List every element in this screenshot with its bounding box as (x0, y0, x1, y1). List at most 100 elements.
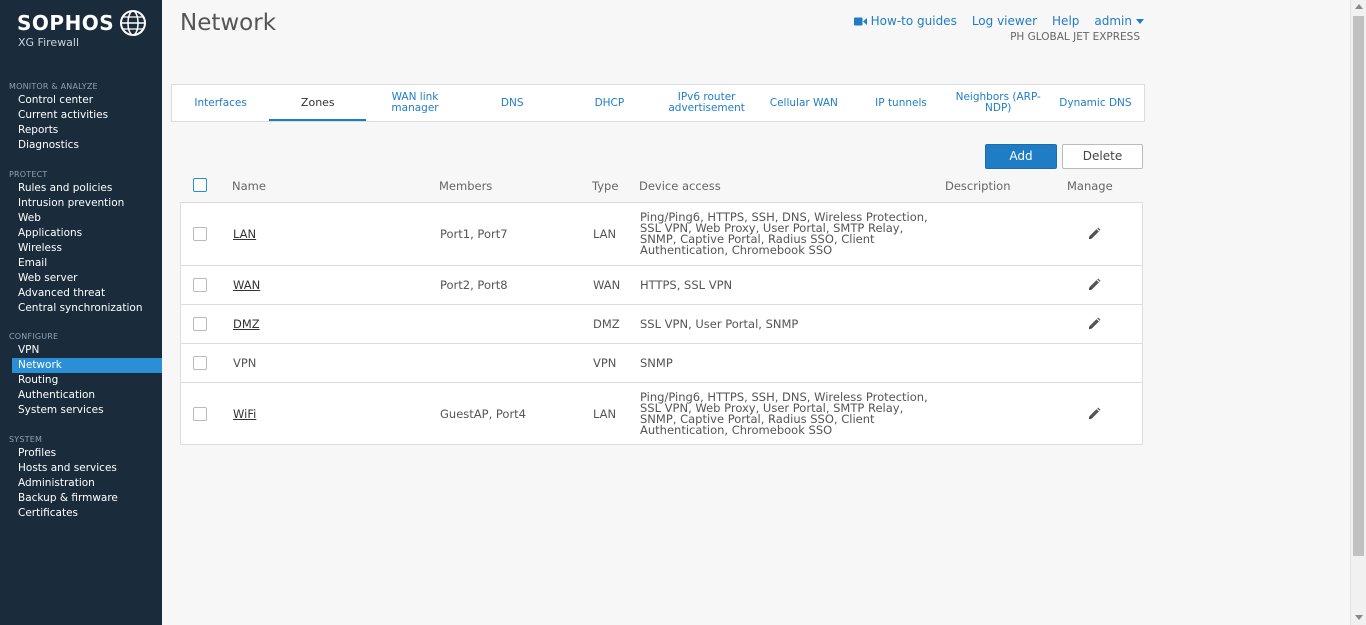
edit-pencil-icon[interactable] (1087, 278, 1101, 292)
product-name: XG Firewall (18, 36, 80, 49)
add-button[interactable]: Add (985, 144, 1057, 169)
tab-cellular-wan[interactable]: Cellular WAN (755, 85, 852, 121)
edit-pencil-icon[interactable] (1087, 317, 1101, 331)
cell-type: DMZ (593, 305, 620, 343)
cell-device-access: SSL VPN, User Portal, SNMP (640, 305, 930, 343)
sidebar-item-administration[interactable]: Administration (12, 476, 162, 491)
log-viewer-link[interactable]: Log viewer (972, 14, 1037, 28)
cell-type-text: VPN (593, 356, 617, 370)
sidebar-item-web-server[interactable]: Web server (12, 271, 162, 286)
cell-device-access: Ping/Ping6, HTTPS, SSH, DNS, Wireless Pr… (640, 383, 930, 444)
sidebar-item-system-services[interactable]: System services (12, 403, 162, 418)
video-camera-icon (853, 17, 867, 26)
how-to-guides-link[interactable]: How-to guides (853, 14, 957, 28)
table-row[interactable]: DMZ DMZ SSL VPN, User Portal, SNMP (181, 304, 1142, 343)
sidebar-item-advanced-threat[interactable]: Advanced threat (12, 286, 162, 301)
cell-type: WAN (593, 266, 620, 304)
sidebar-item-diagnostics[interactable]: Diagnostics (12, 138, 162, 153)
help-link[interactable]: Help (1052, 14, 1079, 28)
zone-name: VPN (233, 356, 257, 370)
tab-dhcp[interactable]: DHCP (561, 85, 658, 121)
scroll-down-arrow-icon[interactable] (1355, 615, 1363, 620)
brand-name: SOPHOS (17, 11, 115, 35)
edit-pencil-icon[interactable] (1087, 407, 1101, 421)
cell-type-text: WAN (593, 278, 621, 292)
cell-device-access-text: Ping/Ping6, HTTPS, SSH, DNS, Wireless Pr… (640, 210, 928, 257)
table-header: Name Members Type Device access Descript… (180, 174, 1143, 196)
cell-members: GuestAP, Port4 (440, 383, 526, 444)
tab-ip-tunnels[interactable]: IP tunnels (852, 85, 949, 121)
cell-members-text: Port2, Port8 (440, 278, 508, 292)
cell-device-access-text: Ping/Ping6, HTTPS, SSH, DNS, Wireless Pr… (640, 389, 928, 437)
tab-dynamic-dns[interactable]: Dynamic DNS (1047, 85, 1144, 121)
sidebar-item-profiles[interactable]: Profiles (12, 446, 162, 461)
cell-device-access: Ping/Ping6, HTTPS, SSH, DNS, Wireless Pr… (640, 203, 930, 265)
sidebar-item-applications[interactable]: Applications (12, 226, 162, 241)
cell-members: Port1, Port7 (440, 203, 508, 265)
cell-name: WAN (233, 266, 260, 304)
column-header-manage: Manage (1067, 179, 1113, 193)
sidebar-item-current-activities[interactable]: Current activities (12, 108, 162, 123)
column-header-name[interactable]: Name (232, 179, 266, 193)
cell-type: LAN (593, 383, 616, 444)
cell-name: DMZ (233, 305, 260, 343)
cell-device-access-text: HTTPS, SSL VPN (640, 277, 733, 292)
table-row[interactable]: VPN VPN SNMP (181, 343, 1142, 382)
scrollbar-thumb[interactable] (1353, 16, 1364, 556)
cell-name: LAN (233, 203, 256, 265)
scroll-up-arrow-icon[interactable] (1355, 4, 1363, 9)
user-menu[interactable]: admin (1094, 14, 1144, 28)
sidebar-item-email[interactable]: Email (12, 256, 162, 271)
nav-section-protect: PROTECT (9, 170, 48, 179)
network-tabs: Interfaces Zones WAN link manager DNS DHCP IP… (171, 84, 1145, 122)
cell-device-access: HTTPS, SSL VPN (640, 266, 930, 304)
zone-name-link[interactable]: WAN (233, 278, 260, 292)
sidebar-item-authentication[interactable]: Authentication (12, 388, 162, 403)
row-checkbox[interactable] (193, 356, 207, 370)
column-header-type[interactable]: Type (592, 179, 618, 193)
organization-name: PH GLOBAL JET EXPRESS (1010, 31, 1140, 43)
cell-type: VPN (593, 344, 616, 382)
tab-wan-link-manager[interactable]: WAN link manager (366, 85, 463, 121)
zone-name-link[interactable]: LAN (233, 227, 256, 241)
row-checkbox[interactable] (193, 278, 207, 292)
tab-ipv6-router-advertisement[interactable]: IPv6 router advertisement (658, 85, 755, 121)
tab-dns[interactable]: DNS (464, 85, 561, 121)
table-row[interactable]: WiFi GuestAP, Port4 LAN Ping/Ping6, HTTPS, … (181, 382, 1142, 444)
cell-name: WiFi (233, 383, 256, 444)
select-all-checkbox[interactable] (193, 178, 207, 192)
sidebar-item-certificates[interactable]: Certificates (12, 506, 162, 521)
edit-pencil-icon[interactable] (1087, 227, 1101, 241)
zone-name-link[interactable]: WiFi (233, 407, 256, 421)
zone-name-link[interactable]: DMZ (233, 317, 260, 331)
caret-down-icon (1136, 19, 1144, 24)
cell-manage (1087, 305, 1101, 343)
sidebar-item-reports[interactable]: Reports (12, 123, 162, 138)
sidebar: SOPHOS XG Firewall MONITOR & ANALYZE Cont… (0, 0, 162, 625)
sidebar-item-wireless[interactable]: Wireless (12, 241, 162, 256)
sidebar-item-central-synchronization[interactable]: Central synchronization (12, 301, 162, 316)
sidebar-item-hosts-and-services[interactable]: Hosts and services (12, 461, 162, 476)
sidebar-item-routing[interactable]: Routing (12, 373, 162, 388)
row-checkbox[interactable] (193, 227, 207, 241)
tab-neighbors-arp-ndp[interactable]: Neighbors (ARP-NDP) (950, 85, 1047, 121)
tab-interfaces[interactable]: Interfaces (172, 85, 269, 121)
delete-button[interactable]: Delete (1062, 144, 1143, 169)
sidebar-item-control-center[interactable]: Control center (12, 93, 162, 108)
row-checkbox[interactable] (193, 406, 207, 421)
cell-type-text: LAN (593, 406, 617, 421)
cell-device-access: SNMP (640, 344, 930, 382)
sidebar-item-web[interactable]: Web (12, 211, 162, 226)
sidebar-item-network[interactable]: Network (12, 358, 162, 373)
vertical-scrollbar[interactable] (1350, 0, 1366, 625)
row-checkbox[interactable] (193, 317, 207, 331)
sidebar-item-backup-and-firmware[interactable]: Backup & firmware (12, 491, 162, 506)
tab-zones[interactable]: Zones (269, 85, 367, 121)
sidebar-item-rules-and-policies[interactable]: Rules and policies (12, 181, 162, 196)
table-row[interactable]: WAN Port2, Port8 WAN HTTPS, SSL VPN (181, 265, 1142, 304)
table-row[interactable]: LAN Port1, Port7 LAN Ping/Ping6, HTTPS, SSH… (181, 203, 1142, 265)
cell-type-text: DMZ (593, 317, 620, 331)
sidebar-item-intrusion-prevention[interactable]: Intrusion prevention (12, 196, 162, 211)
cell-device-access-text: SSL VPN, User Portal, SNMP (640, 316, 799, 331)
sidebar-item-vpn[interactable]: VPN (12, 343, 162, 358)
